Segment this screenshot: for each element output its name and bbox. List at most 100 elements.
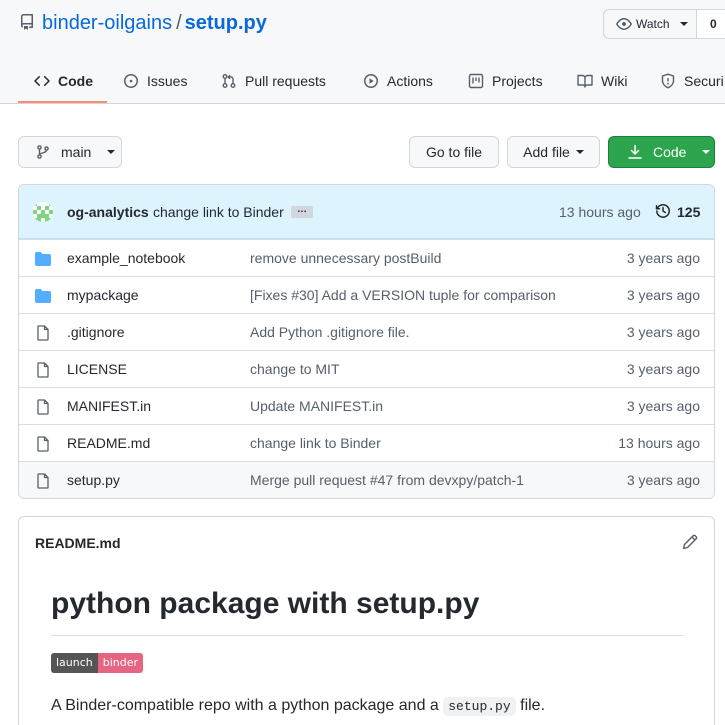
shield-icon: [661, 73, 675, 89]
file-commit-time: 3 years ago: [626, 361, 700, 377]
file-commit-message[interactable]: Merge pull request #47 from devxpy/patch…: [250, 472, 524, 488]
watch-label: Watch: [636, 17, 670, 31]
commit-count-link[interactable]: 125: [677, 204, 700, 220]
file-commit-message[interactable]: Add Python .gitignore file.: [250, 324, 410, 340]
code-dropdown-button[interactable]: Code: [608, 136, 715, 168]
file-commit-time: 3 years ago: [626, 287, 700, 303]
file-name-link[interactable]: example_notebook: [67, 250, 185, 266]
binder-badge[interactable]: launch binder: [51, 653, 144, 673]
badge-left-label: launch: [51, 653, 98, 673]
tab-security[interactable]: Securi: [660, 58, 724, 104]
file-name-link[interactable]: setup.py: [185, 12, 267, 34]
breadcrumb-separator: /: [176, 12, 182, 34]
expand-commit-button[interactable]: …: [291, 205, 313, 218]
readme-heading: python package with setup.py: [51, 587, 480, 620]
file-commit-message[interactable]: Update MANIFEST.in: [250, 398, 383, 414]
book-icon: [577, 74, 593, 88]
file-icon: [37, 473, 49, 489]
file-name-link[interactable]: mypackage: [67, 287, 139, 303]
file-commit-time: 3 years ago: [626, 324, 700, 340]
pencil-icon[interactable]: [682, 534, 698, 550]
file-row-selected[interactable]: setup.py Merge pull request #47 from dev…: [19, 461, 714, 498]
tab-code[interactable]: Code: [34, 58, 93, 104]
repo-breadcrumb: binder-oilgains / setup.py: [42, 10, 267, 36]
avatar[interactable]: [33, 202, 53, 222]
tab-actions-label: Actions: [387, 73, 433, 89]
active-tab-indicator: [18, 101, 107, 103]
tab-wiki-label: Wiki: [601, 73, 628, 89]
file-row[interactable]: README.md change link to Binder 13 hours…: [19, 424, 714, 461]
code-button-label: Code: [653, 144, 687, 160]
file-row[interactable]: MANIFEST.in Update MANIFEST.in 3 years a…: [19, 387, 714, 424]
file-name-link[interactable]: setup.py: [67, 472, 120, 488]
file-commit-time: 3 years ago: [626, 398, 700, 414]
file-commit-message[interactable]: remove unnecessary postBuild: [250, 250, 441, 266]
history-icon: [655, 204, 670, 218]
repo-nav-tabs: Code Issues Pull requests Actions Projec…: [0, 58, 725, 104]
eye-icon: [616, 18, 632, 30]
file-commit-time: 3 years ago: [626, 250, 700, 266]
commit-author-link[interactable]: og-analytics: [67, 204, 149, 220]
tab-security-label: Securi: [684, 73, 724, 89]
tab-projects[interactable]: Projects: [468, 58, 543, 104]
tab-issues[interactable]: Issues: [123, 58, 187, 104]
tab-issues-label: Issues: [147, 73, 188, 89]
file-icon: [37, 362, 49, 378]
readme-title[interactable]: README.md: [35, 535, 121, 551]
issue-icon: [124, 74, 138, 88]
file-commit-message[interactable]: change to MIT: [250, 361, 340, 377]
inline-code: setup.py: [443, 697, 516, 716]
repo-header: binder-oilgains / setup.py Watch 0 Code Is…: [0, 0, 725, 104]
repo-icon: [20, 14, 33, 30]
file-list: og-analytics change link to Binder … 13 …: [18, 184, 715, 499]
file-row[interactable]: example_notebook remove unnecessary post…: [19, 239, 714, 276]
play-icon: [364, 74, 378, 88]
watch-count[interactable]: 0: [696, 9, 725, 39]
file-row[interactable]: LICENSE change to MIT 3 years ago: [19, 350, 714, 387]
file-row[interactable]: mypackage [Fixes #30] Add a VERSION tupl…: [19, 276, 714, 313]
download-icon: [628, 144, 642, 159]
file-commit-time: 13 hours ago: [618, 435, 700, 451]
commit-time[interactable]: 13 hours ago: [559, 204, 641, 220]
project-icon: [468, 73, 484, 89]
file-name-link[interactable]: MANIFEST.in: [67, 398, 151, 414]
file-commit-time: 3 years ago: [626, 472, 700, 488]
file-name-link[interactable]: README.md: [67, 435, 150, 451]
repo-owner-link[interactable]: binder-oilgains: [42, 12, 172, 34]
folder-icon: [35, 252, 51, 266]
file-commit-message[interactable]: change link to Binder: [250, 435, 381, 451]
watch-button[interactable]: Watch: [603, 9, 697, 39]
paragraph-text: A Binder-compatible repo with a python p…: [51, 697, 444, 714]
go-to-file-button[interactable]: Go to file: [409, 136, 499, 168]
file-name-link[interactable]: LICENSE: [67, 361, 127, 377]
file-row[interactable]: .gitignore Add Python .gitignore file. 3…: [19, 313, 714, 350]
tab-pull-requests[interactable]: Pull requests: [221, 58, 326, 104]
file-icon: [37, 325, 49, 341]
tab-code-label: Code: [58, 73, 93, 89]
code-icon: [34, 75, 50, 87]
add-file-label: Add file: [523, 144, 570, 160]
file-commit-message[interactable]: [Fixes #30] Add a VERSION tuple for comp…: [250, 287, 556, 303]
tab-projects-label: Projects: [492, 73, 543, 89]
file-icon: [37, 436, 49, 452]
commit-message-link[interactable]: change link to Binder: [153, 204, 284, 220]
file-name-link[interactable]: .gitignore: [67, 324, 125, 340]
chevron-down-icon: [702, 150, 711, 154]
branch-icon: [37, 145, 49, 159]
pull-request-icon: [222, 74, 236, 88]
chevron-down-icon: [107, 150, 116, 154]
branch-name: main: [61, 144, 92, 160]
add-file-button[interactable]: Add file: [507, 136, 600, 168]
branch-select-button[interactable]: main: [18, 136, 122, 168]
paragraph-text-end: file.: [515, 697, 546, 714]
readme-paragraph: A Binder-compatible repo with a python p…: [51, 697, 546, 716]
readme-panel: README.md python package with setup.py l…: [18, 516, 715, 725]
badge-right-label: binder: [97, 653, 144, 673]
tab-wiki[interactable]: Wiki: [577, 58, 627, 104]
latest-commit-bar: og-analytics change link to Binder … 13 …: [19, 185, 714, 239]
readme-divider: [51, 635, 683, 636]
chevron-down-icon: [575, 150, 584, 154]
tab-pull-requests-label: Pull requests: [245, 73, 326, 89]
tab-actions[interactable]: Actions: [363, 58, 433, 104]
folder-icon: [35, 289, 51, 303]
